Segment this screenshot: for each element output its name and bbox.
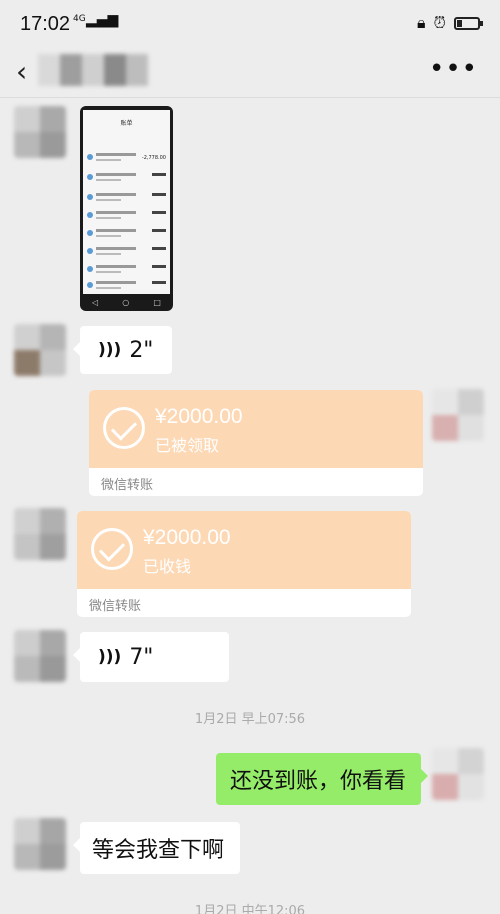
status-bar: 17:02 4G ▂▄▆ 🔒︎ ⏰︎ [0,0,500,48]
voice-message[interactable]: ))) 2" [73,326,172,374]
transfer-status: 已收钱 [143,557,192,576]
alarm-icon: ⏰︎ [433,13,446,32]
screenshot-image-message[interactable]: 账单 -2,778.00 ◁ ○ □ [80,106,173,311]
transfer-status: 已被领取 [155,436,220,455]
avatar[interactable] [432,389,484,441]
check-circle-icon [103,407,145,449]
sent-message[interactable]: 还没到账，你看看 [216,753,428,805]
battery-icon [454,16,483,30]
avatar[interactable] [14,630,66,682]
contact-name-blurred [38,54,148,86]
back-icon[interactable]: ‹ [16,55,27,88]
lock-icon: 🔒︎ [417,13,426,32]
voice-duration: 2" [129,337,154,363]
transfer-amount: ¥2000.00 [143,526,231,549]
avatar[interactable] [14,106,66,158]
transfer-card[interactable]: ¥2000.00 已收钱 微信转账 [77,511,411,617]
signal-icon: ▂▄▆ [86,12,119,28]
voice-wave-icon: ))) [98,647,122,667]
voice-message[interactable]: ))) 7" [73,632,229,682]
timestamp: 1月2日 中午12:06 [194,904,306,914]
more-options-icon[interactable]: ••• [429,54,478,84]
avatar[interactable] [14,818,66,870]
transfer-card[interactable]: ¥2000.00 已被领取 微信转账 [89,390,423,496]
chat-header: ‹ ••• [0,48,500,98]
check-circle-icon [91,528,133,570]
received-message[interactable]: 等会我查下啊 [73,822,240,874]
timestamp: 1月2日 早上07:56 [194,712,306,727]
message-text: 还没到账，你看看 [230,769,407,794]
avatar[interactable] [432,748,484,800]
avatar[interactable] [14,508,66,560]
status-time: 17:02 [20,13,71,35]
avatar[interactable] [14,324,66,376]
transfer-label: 微信转账 [89,599,142,614]
transfer-amount: ¥2000.00 [155,405,243,428]
message-text: 等会我查下啊 [92,838,225,863]
transfer-label: 微信转账 [101,478,154,493]
network-type: 4G [73,14,86,24]
thumbnail-title: 账单 [120,120,133,127]
voice-duration: 7" [129,644,154,670]
voice-wave-icon: ))) [98,340,122,360]
